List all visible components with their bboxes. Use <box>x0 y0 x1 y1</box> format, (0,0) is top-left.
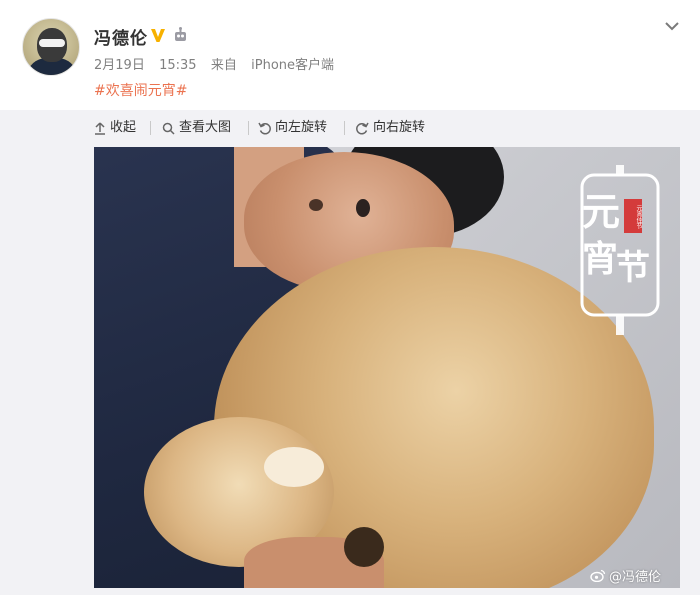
post-meta: 2月19日 15:35 来自 iPhone客户端 <box>94 54 334 73</box>
post-hashtag[interactable]: #欢喜闹元宵# <box>94 80 187 100</box>
weibo-logo-icon <box>590 569 606 582</box>
rotate-left-button[interactable]: 向左旋转 <box>258 117 327 139</box>
toolbar-divider <box>344 121 345 135</box>
rotate-right-label: 向右旋转 <box>373 120 426 135</box>
view-large-label: 查看大图 <box>179 120 232 135</box>
avatar[interactable] <box>22 18 80 76</box>
photo-shadow <box>344 527 384 567</box>
post-date[interactable]: 2月19日 <box>94 54 145 73</box>
magnify-icon <box>162 122 175 135</box>
photo-watermark: @冯德伦 <box>590 566 661 585</box>
post-photo[interactable]: 元 宵 节 元宵佳节 <box>94 147 680 588</box>
post-time[interactable]: 15:35 <box>159 58 196 73</box>
username[interactable]: 冯德伦 <box>94 24 148 49</box>
avatar-goggles <box>39 39 65 47</box>
photo-cat-paw <box>264 447 324 487</box>
verified-v-icon[interactable] <box>150 27 166 43</box>
overlay-char-yuan: 元 <box>582 189 621 234</box>
overlay-char-xiao: 宵 <box>582 238 619 280</box>
post-source-prefix: 来自 <box>210 58 237 73</box>
collapse-label: 收起 <box>110 120 137 135</box>
toolbar-divider <box>150 121 151 135</box>
weibo-member-icon[interactable] <box>172 27 189 43</box>
rotate-right-button[interactable]: 向右旋转 <box>356 117 425 139</box>
view-large-button[interactable]: 查看大图 <box>162 117 231 139</box>
chevron-down-icon[interactable] <box>664 20 680 32</box>
rotate-left-icon <box>258 122 271 134</box>
watermark-text: @冯德伦 <box>609 570 662 585</box>
rotate-right-icon <box>356 122 369 134</box>
photo-eye <box>356 199 370 217</box>
overlay-seal: 元宵佳节 <box>624 199 642 233</box>
collapse-button[interactable]: 收起 <box>94 117 136 139</box>
post-source[interactable]: iPhone客户端 <box>251 54 334 73</box>
lantern-festival-overlay: 元 宵 节 元宵佳节 <box>576 165 664 337</box>
photo-eye <box>309 199 323 211</box>
overlay-char-jie: 节 <box>616 248 650 288</box>
rotate-left-label: 向左旋转 <box>275 120 328 135</box>
collapse-up-icon <box>95 121 105 135</box>
toolbar-divider <box>248 121 249 135</box>
